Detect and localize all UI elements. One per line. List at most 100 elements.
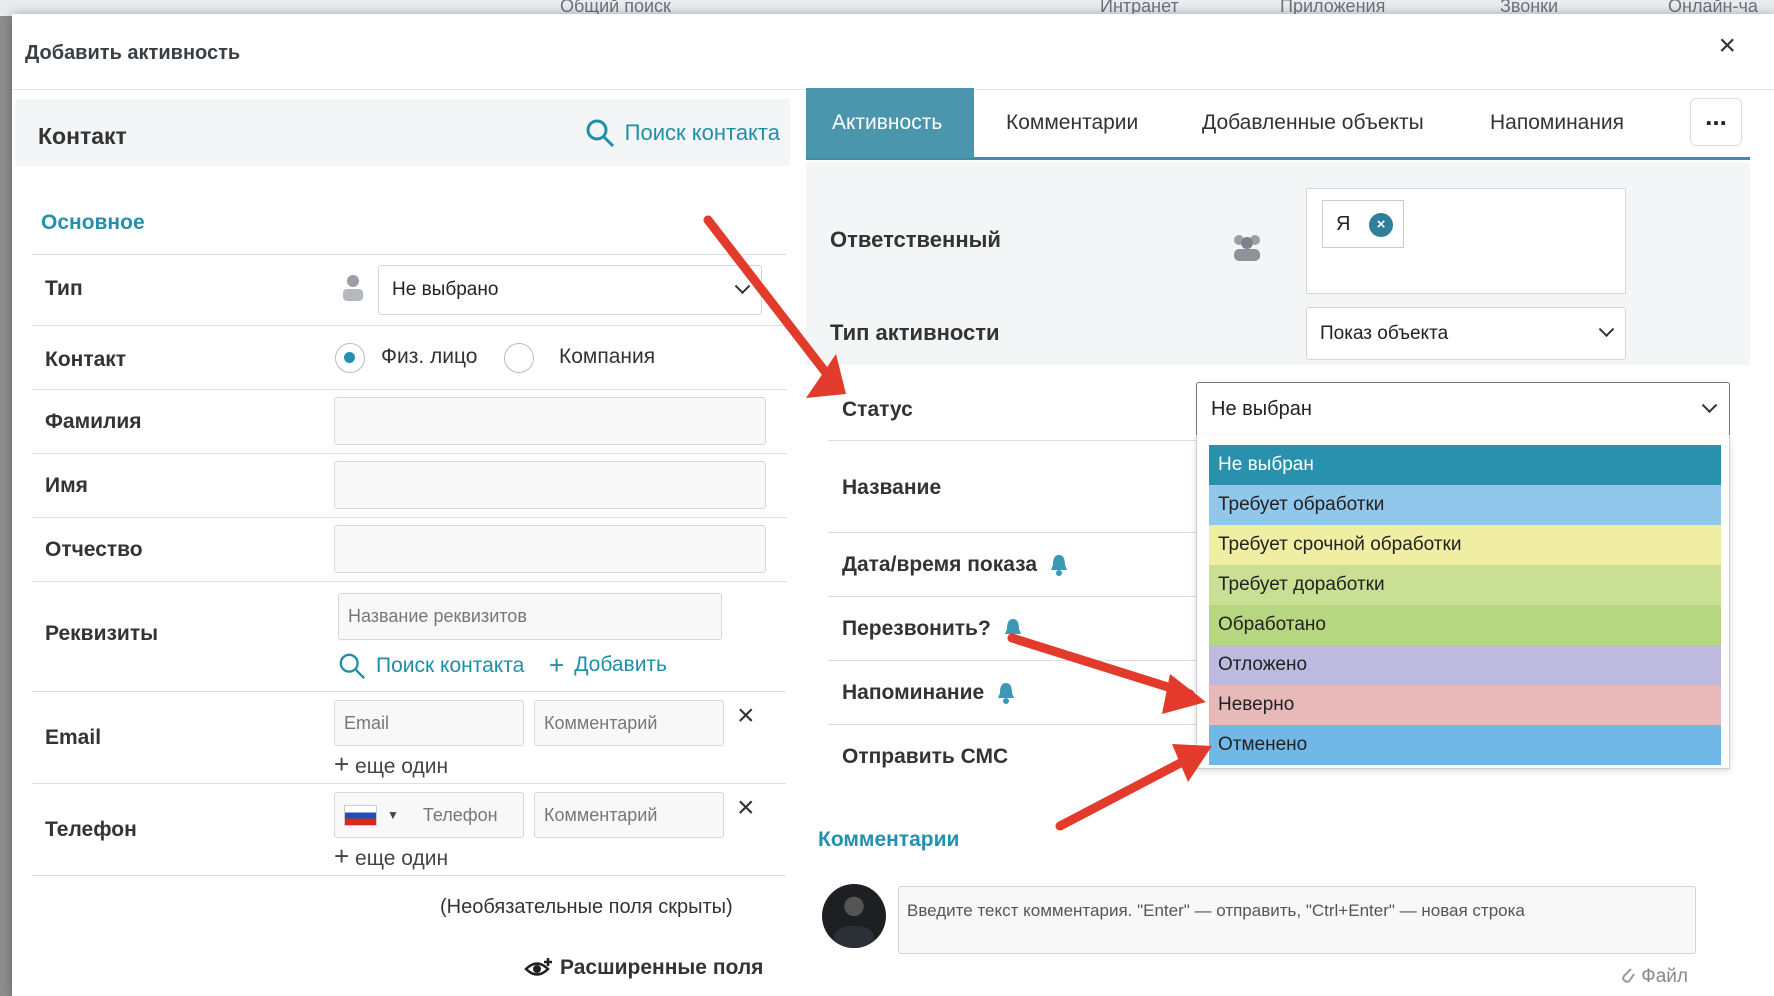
eye-plus-icon bbox=[524, 958, 552, 976]
status-option[interactable]: Обработано bbox=[1209, 605, 1721, 645]
row-divider bbox=[828, 440, 1198, 441]
status-option[interactable]: Требует доработки bbox=[1209, 565, 1721, 605]
optional-fields-note: (Необязательные поля скрыты) bbox=[440, 896, 733, 918]
email-add-another[interactable]: + еще один bbox=[334, 751, 448, 779]
requisites-row: Реквизиты Название реквизитов Поиск конт… bbox=[32, 581, 786, 691]
plus-icon: + bbox=[334, 749, 350, 779]
email-input[interactable]: Email bbox=[334, 700, 524, 746]
contact-search-label: Поиск контакта bbox=[624, 120, 780, 145]
phone-input[interactable]: ▼ Телефон bbox=[334, 792, 524, 838]
status-option[interactable]: Не выбран bbox=[1209, 445, 1721, 485]
chevron-down-icon bbox=[1701, 396, 1718, 413]
firstname-label: Имя bbox=[45, 474, 88, 497]
radio-company-label: Компания bbox=[559, 345, 656, 368]
email-label: Email bbox=[45, 726, 102, 749]
phone-label: Телефон bbox=[45, 818, 137, 841]
status-option[interactable]: Требует срочной обработки bbox=[1209, 525, 1721, 565]
comments-title: Комментарии bbox=[818, 828, 960, 851]
paperclip-icon bbox=[1622, 968, 1635, 983]
country-dropdown-caret[interactable]: ▼ bbox=[387, 808, 399, 822]
radio-person[interactable] bbox=[335, 343, 365, 373]
phone-add-another[interactable]: + еще один bbox=[334, 843, 448, 871]
send-sms-label: Отправить СМС bbox=[842, 745, 1009, 768]
avatar bbox=[822, 884, 886, 948]
type-row: Тип Не выбрано bbox=[32, 254, 786, 325]
chevron-down-icon bbox=[734, 277, 751, 294]
modal-header: Добавить активность × bbox=[12, 14, 1774, 90]
extended-fields-link[interactable]: Расширенные поля bbox=[524, 956, 763, 980]
lastname-label: Фамилия bbox=[45, 410, 142, 433]
bell-icon[interactable] bbox=[1003, 617, 1023, 641]
email-comment-input[interactable]: Комментарий bbox=[534, 700, 724, 746]
responsible-chip: Я × bbox=[1322, 200, 1404, 248]
more-options-button[interactable]: ... bbox=[1690, 98, 1742, 146]
reminder-text: Напоминание bbox=[842, 681, 985, 704]
firstname-input[interactable] bbox=[334, 461, 766, 509]
status-select[interactable]: Не выбран bbox=[1196, 382, 1730, 436]
close-icon[interactable]: × bbox=[1718, 29, 1736, 63]
remove-chip-icon[interactable]: × bbox=[1369, 213, 1393, 237]
email-row: Email Email Комментарий × + еще один bbox=[32, 691, 786, 783]
chevron-down-icon bbox=[1598, 321, 1615, 338]
phone-remove-icon[interactable]: × bbox=[737, 793, 755, 823]
requisites-add-link[interactable]: + Добавить bbox=[549, 652, 667, 678]
radio-person-label: Физ. лицо bbox=[381, 345, 478, 368]
activity-type-select[interactable]: Показ объекта bbox=[1306, 307, 1626, 360]
show-datetime-label: Дата/время показа bbox=[842, 553, 1069, 577]
callback-label: Перезвонить? bbox=[842, 617, 1023, 641]
email-placeholder: Email bbox=[344, 712, 390, 733]
middlename-label: Отчество bbox=[45, 538, 143, 561]
requisites-label: Реквизиты bbox=[45, 622, 159, 645]
requisites-search-link[interactable]: Поиск контакта bbox=[338, 652, 524, 680]
row-divider bbox=[828, 596, 1198, 597]
requisites-add-label: Добавить bbox=[574, 653, 667, 676]
requisites-placeholder: Название реквизитов bbox=[348, 606, 527, 626]
show-datetime-text: Дата/время показа bbox=[842, 553, 1037, 576]
status-option[interactable]: Неверно bbox=[1209, 685, 1721, 725]
tab-reminders[interactable]: Напоминания bbox=[1490, 88, 1624, 158]
phone-add-another-label: еще один bbox=[355, 847, 449, 870]
row-divider bbox=[32, 875, 786, 876]
activity-type-label: Тип активности bbox=[830, 320, 1000, 345]
row-divider bbox=[828, 532, 1198, 533]
person-icon bbox=[343, 275, 363, 301]
status-options-list: Не выбран Требует обработки Требует срочно… bbox=[1196, 435, 1730, 769]
status-label: Статус bbox=[842, 398, 913, 421]
email-comment-placeholder: Комментарий bbox=[544, 712, 658, 733]
radio-company[interactable] bbox=[504, 343, 534, 373]
search-icon bbox=[586, 119, 614, 148]
flag-russia-icon[interactable] bbox=[344, 804, 377, 826]
phone-comment-placeholder: Комментарий bbox=[544, 804, 658, 825]
reminder-label: Напоминание bbox=[842, 681, 1016, 705]
group-users-icon[interactable] bbox=[1230, 232, 1264, 262]
phone-comment-input[interactable]: Комментарий bbox=[534, 792, 724, 838]
email-remove-icon[interactable]: × bbox=[737, 701, 755, 731]
lastname-input[interactable] bbox=[334, 397, 766, 445]
bell-icon[interactable] bbox=[996, 681, 1016, 705]
requisites-input[interactable]: Название реквизитов bbox=[338, 593, 722, 640]
attach-file-link[interactable]: Файл bbox=[1620, 964, 1688, 988]
middlename-row: Отчество bbox=[32, 517, 786, 581]
contact-header: Контакт Поиск контакта bbox=[15, 99, 790, 166]
status-option[interactable]: Отложено bbox=[1209, 645, 1721, 685]
comment-input[interactable]: Введите текст комментария. "Enter" — отп… bbox=[898, 886, 1696, 954]
status-option[interactable]: Требует обработки bbox=[1209, 485, 1721, 525]
name-label: Название bbox=[842, 476, 942, 499]
tab-added-objects[interactable]: Добавленные объекты bbox=[1202, 88, 1424, 158]
tab-activity[interactable]: Активность bbox=[806, 88, 974, 158]
comment-placeholder: Введите текст комментария. "Enter" — отп… bbox=[907, 901, 1525, 920]
contact-label: Контакт bbox=[45, 348, 127, 371]
contact-header-title: Контакт bbox=[38, 123, 127, 149]
phone-placeholder: Телефон bbox=[422, 804, 498, 825]
tab-comments[interactable]: Комментарии bbox=[1006, 88, 1138, 158]
attach-file-label: Файл bbox=[1641, 966, 1688, 987]
status-option[interactable]: Отменено bbox=[1209, 725, 1721, 765]
extended-fields-label: Расширенные поля bbox=[560, 956, 764, 979]
bell-icon[interactable] bbox=[1049, 553, 1069, 577]
type-select[interactable]: Не выбрано bbox=[378, 265, 762, 315]
responsible-chip-label: Я bbox=[1336, 213, 1351, 235]
modal-title: Добавить активность bbox=[25, 42, 241, 64]
phone-row: Телефон ▼ Телефон Комментарий × + еще од… bbox=[32, 783, 786, 875]
contact-search-link[interactable]: Поиск контакта bbox=[585, 118, 780, 148]
middlename-input[interactable] bbox=[334, 525, 766, 573]
